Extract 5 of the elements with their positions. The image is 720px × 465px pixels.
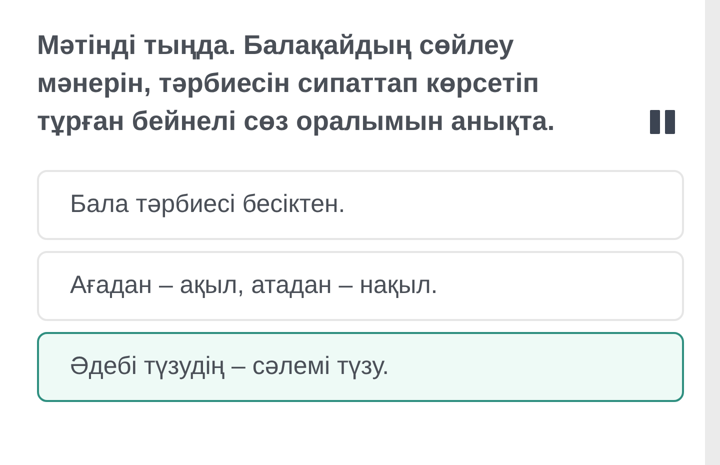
answer-option[interactable]: Ағадан – ақыл, атадан – нақыл. (37, 251, 684, 321)
question-text: Мәтінді тыңда. Балақайдың сөйлеу мәнерін, тәрбиесін сипаттап көрсетіп тұрған бейнелі сөз оралымын анықта. (37, 29, 556, 138)
answer-option[interactable]: Бала тәрбиесі бесіктен. (37, 170, 684, 240)
answer-option[interactable]: Әдебі түзудің – сәлемі түзу. (37, 332, 684, 402)
pause-icon[interactable] (650, 110, 676, 134)
